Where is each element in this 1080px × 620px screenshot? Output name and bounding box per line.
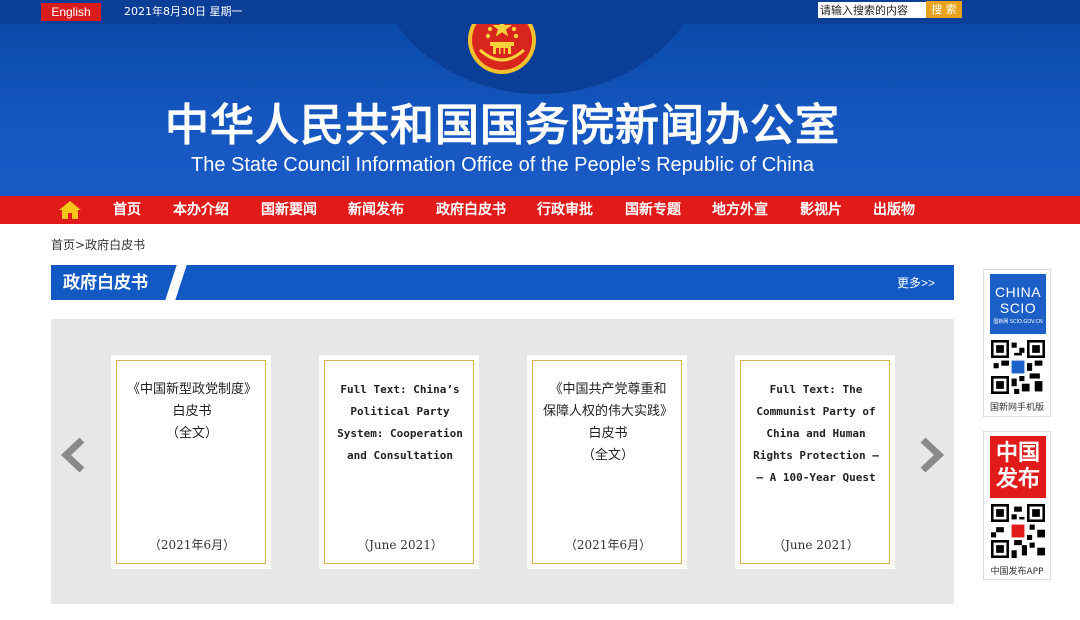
national-emblem-icon (468, 24, 536, 74)
nav-item-approval[interactable]: 行政审批 (537, 196, 593, 224)
logo-line-fabu: 发布 (995, 467, 1040, 492)
carousel-prev-arrow-icon[interactable] (58, 437, 88, 473)
banner-arc (370, 24, 710, 94)
site-banner: 中华人民共和国国务院新闻办公室 The State Council Inform… (0, 24, 1080, 196)
search-button[interactable]: 搜 索 (926, 1, 962, 18)
mobile-site-caption: 国新网手机版 (989, 403, 1044, 413)
home-icon[interactable] (58, 200, 82, 220)
card-title[interactable]: 《中国共产党尊重和 保障人权的伟大实践》 白皮书 （全文） (533, 379, 683, 467)
card-frame: 《中国共产党尊重和 保障人权的伟大实践》 白皮书 （全文） （2021年6月） (532, 360, 682, 564)
more-link[interactable]: 更多>> (897, 275, 935, 291)
logo-small-text: 国新网 SCIO.GOV.CN (993, 319, 1043, 325)
nav-item-local[interactable]: 地方外宣 (712, 196, 768, 224)
breadcrumb: 首页>政府白皮书 (51, 237, 145, 253)
breadcrumb-separator: > (75, 238, 86, 252)
search-input[interactable] (818, 2, 926, 18)
mobile-site-qr-box[interactable]: CHINA SCIO 国新网 SCIO.GOV.CN 国新网手机版 (983, 269, 1051, 417)
white-paper-card[interactable]: 《中国共产党尊重和 保障人权的伟大实践》 白皮书 （全文） （2021年6月） (527, 355, 687, 569)
white-paper-card[interactable]: Full Text: The Communist Party of China … (735, 355, 895, 569)
china-scio-logo: CHINA SCIO 国新网 SCIO.GOV.CN (990, 274, 1046, 334)
nav-item-press-release[interactable]: 新闻发布 (348, 196, 404, 224)
site-title-english: The State Council Information Office of … (191, 154, 814, 176)
qr-code-icon (991, 340, 1045, 394)
nav-item-news[interactable]: 国新要闻 (261, 196, 317, 224)
nav-item-films[interactable]: 影视片 (800, 196, 842, 224)
english-button[interactable]: English (41, 3, 101, 21)
app-caption: 中国发布APP (990, 567, 1044, 577)
site-title-chinese: 中华人民共和国国务院新闻办公室 (165, 100, 840, 151)
breadcrumb-current-link[interactable]: 政府白皮书 (85, 238, 145, 252)
section-title: 政府白皮书 (63, 273, 148, 293)
app-qr-box[interactable]: 中国 发布 中国发布APP (983, 431, 1051, 580)
card-date: （2021年6月） (148, 538, 236, 552)
nav-item-white-papers[interactable]: 政府白皮书 (436, 196, 506, 224)
card-title[interactable]: Full Text: The Communist Party of China … (741, 379, 891, 489)
china-fabu-logo: 中国 发布 (990, 436, 1046, 498)
qr-code-icon (991, 504, 1045, 558)
breadcrumb-home-link[interactable]: 首页 (51, 238, 75, 252)
nav-item-about[interactable]: 本办介绍 (173, 196, 229, 224)
section-header-bar (51, 265, 954, 300)
nav-item-publications[interactable]: 出版物 (873, 196, 915, 224)
card-title[interactable]: Full Text: China’s Political Party Syste… (325, 379, 475, 467)
logo-line-scio: SCIO (999, 300, 1037, 316)
logo-line-china: CHINA (994, 284, 1042, 300)
card-frame: Full Text: China’s Political Party Syste… (324, 360, 474, 564)
card-date: （June 2021） (357, 538, 443, 552)
white-paper-card[interactable]: Full Text: China’s Political Party Syste… (319, 355, 479, 569)
white-paper-card[interactable]: 《中国新型政党制度》 白皮书 （全文） （2021年6月） (111, 355, 271, 569)
carousel-next-arrow-icon[interactable] (917, 437, 947, 473)
logo-line-zhongguo: 中国 (995, 441, 1040, 466)
card-frame: Full Text: The Communist Party of China … (740, 360, 890, 564)
current-date: 2021年8月30日 星期一 (124, 5, 243, 18)
card-frame: 《中国新型政党制度》 白皮书 （全文） （2021年6月） (116, 360, 266, 564)
main-nav: 首页 本办介绍 国新要闻 新闻发布 政府白皮书 行政审批 国新专题 地方外宣 影… (0, 196, 1080, 224)
nav-item-home[interactable]: 首页 (113, 196, 141, 224)
card-title[interactable]: 《中国新型政党制度》 白皮书 （全文） (117, 379, 267, 445)
card-date: （June 2021） (773, 538, 859, 552)
card-date: （2021年6月） (564, 538, 652, 552)
nav-item-topics[interactable]: 国新专题 (625, 196, 681, 224)
